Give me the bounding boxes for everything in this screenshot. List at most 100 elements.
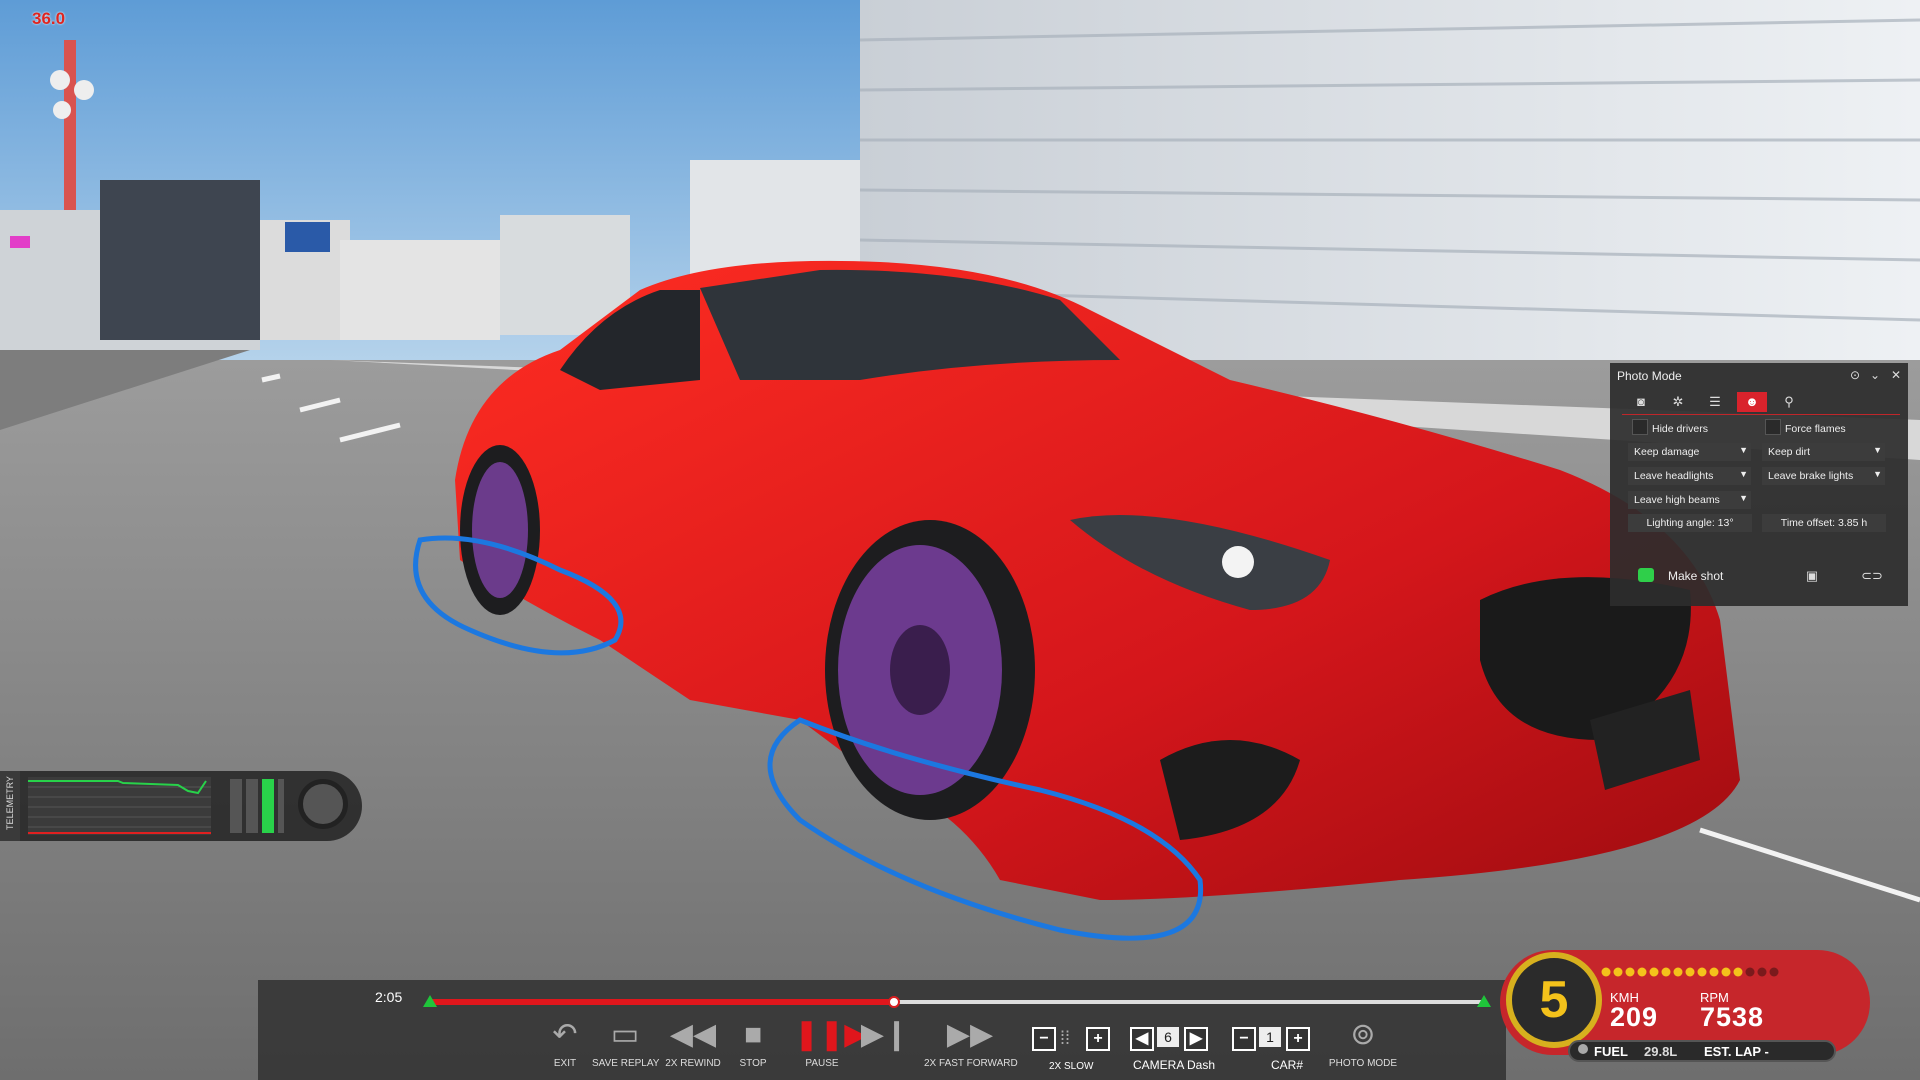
make-shot-label: Make shot <box>1668 569 1724 583</box>
stop-label: STOP <box>739 1058 767 1069</box>
replay-timeline[interactable] <box>423 993 1491 1013</box>
rewind-button[interactable]: ◀◀ 2X REWIND <box>660 1018 726 1069</box>
slow-label: 2X SLOW <box>1049 1061 1094 1072</box>
chevron-down-icon: ▼ <box>1873 445 1882 455</box>
save-icon[interactable]: ▣ <box>1800 566 1824 586</box>
pedal-bars <box>230 779 284 833</box>
make-shot-button[interactable]: Make shot <box>1628 566 1748 586</box>
keep-dirt-dropdown[interactable]: Keep dirt ▼ <box>1762 443 1885 461</box>
rev-light <box>1625 967 1635 977</box>
rev-light <box>1697 967 1707 977</box>
rev-light <box>1637 967 1647 977</box>
photo-mode-button[interactable]: ⊚ PHOTO MODE <box>1326 1018 1400 1069</box>
slow-minus-button[interactable]: − <box>1032 1027 1056 1051</box>
speed-value: 209 <box>1610 1002 1659 1032</box>
rewind-icon: ◀◀ <box>669 1018 717 1051</box>
rev-light <box>1685 967 1695 977</box>
leave-brake-lights-dropdown[interactable]: Leave brake lights ▼ <box>1762 467 1885 485</box>
camera-next-button[interactable]: ▶ <box>1184 1027 1208 1051</box>
timeline-start-marker[interactable] <box>423 995 437 1007</box>
fuel-label: FUEL <box>1594 1044 1628 1059</box>
hide-drivers-label: Hide drivers <box>1652 423 1709 435</box>
time-offset-slider[interactable]: Time offset: 3.85 h <box>1762 514 1886 532</box>
force-flames-label: Force flames <box>1785 423 1846 435</box>
keep-damage-dropdown[interactable]: Keep damage ▼ <box>1628 443 1751 461</box>
pin-icon[interactable]: ⊙ <box>1846 366 1864 384</box>
rev-light <box>1769 967 1779 977</box>
timeline-end-marker[interactable] <box>1477 995 1491 1007</box>
leave-headlights-value: Leave headlights <box>1634 470 1714 482</box>
camera-prev-button[interactable]: ◀ <box>1130 1027 1154 1051</box>
sliders-icon[interactable]: ☰ <box>1700 392 1730 412</box>
rewind-label: 2X REWIND <box>665 1058 721 1069</box>
rev-light <box>1757 967 1767 977</box>
keep-damage-value: Keep damage <box>1634 446 1700 458</box>
exit-button[interactable]: ↶ EXIT <box>540 1018 590 1069</box>
camera-icon[interactable]: ◙ <box>1626 392 1656 412</box>
rev-light <box>1661 967 1671 977</box>
replay-time: 2:05 <box>375 989 403 1005</box>
aperture-icon: ⊚ <box>1350 1018 1376 1051</box>
telemetry-tab[interactable]: TELEMETRY <box>0 771 20 841</box>
chevron-down-icon: ▼ <box>1739 445 1748 455</box>
car-plus-button[interactable]: + <box>1286 1027 1310 1051</box>
rev-light <box>1649 967 1659 977</box>
slow-plus-button[interactable]: + <box>1086 1027 1110 1051</box>
stop-button[interactable]: ■ STOP <box>728 1018 778 1069</box>
rev-light <box>1673 967 1683 977</box>
car-minus-button[interactable]: − <box>1232 1027 1256 1051</box>
close-icon[interactable]: ✕ <box>1887 366 1905 384</box>
timeline-progress <box>430 999 894 1005</box>
fps-counter: 36.0 <box>32 9 66 28</box>
chevron-down-icon: ▼ <box>1873 469 1882 479</box>
rev-light <box>1733 967 1743 977</box>
chevron-down-icon: ▼ <box>1739 469 1748 479</box>
aperture-icon[interactable]: ✲ <box>1663 392 1693 412</box>
fast-forward-label: 2X FAST FORWARD <box>924 1058 1018 1069</box>
photo-mode-label: PHOTO MODE <box>1328 1058 1398 1069</box>
rpm-value: 7538 <box>1700 1002 1765 1032</box>
rev-light <box>1745 967 1755 977</box>
camera-value: 6 <box>1157 1027 1179 1047</box>
rev-light <box>1721 967 1731 977</box>
rev-light <box>1613 967 1623 977</box>
pause-icon: ❚❚▶ <box>794 1018 868 1051</box>
save-replay-label: SAVE REPLAY <box>592 1058 660 1069</box>
rev-lights <box>1601 967 1779 977</box>
fuel-indicator-icon <box>1578 1044 1588 1054</box>
rev-light <box>1709 967 1719 977</box>
photo-mode-tabs: ◙ ✲ ☰ ☻ ⚲ <box>1622 392 1900 415</box>
skip-forward-button[interactable]: ▶❙ <box>860 1018 910 1052</box>
lighting-angle-slider[interactable]: Lighting angle: 13° <box>1628 514 1752 532</box>
link-icon[interactable]: ⊂⊃ <box>1860 566 1884 586</box>
replay-bar: 2:05 ↶ EXIT ▭ SAVE REPLAY ◀◀ 2X REWIND ■… <box>258 980 1506 1080</box>
steering-dial[interactable] <box>298 779 348 829</box>
force-flames-checkbox[interactable] <box>1765 419 1781 435</box>
people-icon[interactable]: ☻ <box>1737 392 1767 412</box>
camera-label: CAMERA Dash <box>1133 1058 1216 1072</box>
undo-icon: ↶ <box>552 1018 578 1051</box>
exit-label: EXIT <box>553 1058 577 1069</box>
save-replay-button[interactable]: ▭ SAVE REPLAY <box>592 1018 660 1069</box>
leave-headlights-dropdown[interactable]: Leave headlights ▼ <box>1628 467 1751 485</box>
timeline-playhead[interactable] <box>887 996 900 1008</box>
fast-forward-icon: ▶▶ <box>946 1018 994 1051</box>
stop-icon: ■ <box>743 1018 763 1051</box>
leave-high-beams-value: Leave high beams <box>1634 494 1720 506</box>
pause-label: PAUSE <box>805 1058 839 1069</box>
leave-high-beams-dropdown[interactable]: Leave high beams ▼ <box>1628 491 1751 509</box>
speed-dots-icon: ⁞⁞ <box>1060 1028 1071 1048</box>
pause-button[interactable]: ❚❚▶ PAUSE <box>794 1018 868 1069</box>
skip-forward-icon: ▶❙ <box>860 1018 910 1051</box>
photo-mode-header[interactable]: Photo Mode ⊙ ⌄ ✕ <box>1610 363 1908 387</box>
camera-icon <box>1638 568 1654 582</box>
telemetry-label: TELEMETRY <box>5 776 15 830</box>
hide-drivers-checkbox[interactable] <box>1632 419 1648 435</box>
fast-forward-button[interactable]: ▶▶ 2X FAST FORWARD <box>924 1018 1018 1069</box>
collapse-icon[interactable]: ⌄ <box>1866 366 1884 384</box>
photo-mode-panel: Photo Mode ⊙ ⌄ ✕ ◙ ✲ ☰ ☻ ⚲ Hide drivers … <box>1610 363 1908 606</box>
telemetry-graph <box>28 777 211 835</box>
map-pin-icon[interactable]: ⚲ <box>1774 392 1804 412</box>
est-lap-label: EST. LAP - <box>1704 1044 1769 1059</box>
keep-dirt-value: Keep dirt <box>1768 446 1811 458</box>
